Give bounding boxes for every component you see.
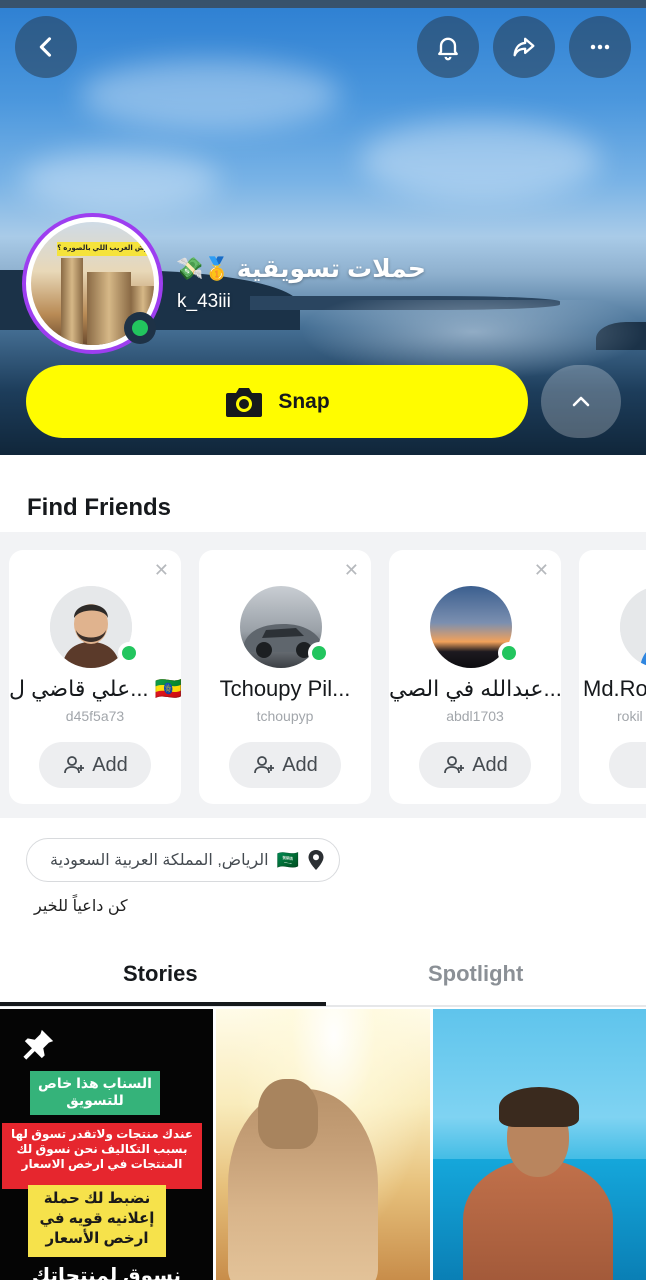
friend-suggestion-card[interactable]: ✕ Tchoupy Pil... tchoupyp Add (199, 550, 371, 804)
display-name-text: حملات تسويقية (236, 255, 426, 283)
friend-suggestion-card[interactable]: ✕ علي قاضي ل... 🇪🇹 d45f5a73 Add (9, 550, 181, 804)
add-label: Add (92, 753, 128, 776)
add-friend-icon (444, 756, 465, 774)
online-status-indicator (124, 312, 156, 344)
back-button[interactable] (15, 16, 77, 78)
chevron-up-icon (572, 396, 590, 406)
friend-username: tchoupyp (256, 708, 314, 724)
story-thumbnail[interactable] (216, 1009, 430, 1280)
person-hair (499, 1087, 579, 1127)
add-friend-button[interactable]: Add (229, 742, 341, 788)
saudi-flag-icon: 🇸🇦 (276, 849, 299, 870)
snap-button[interactable]: Snap (26, 365, 528, 438)
map-pin-icon (308, 850, 324, 870)
dismiss-icon[interactable]: ✕ (154, 560, 169, 581)
pin-icon (23, 1029, 54, 1060)
snap-button-label: Snap (278, 389, 330, 413)
friend-suggestion-card[interactable]: Md.Ro rokil (579, 550, 646, 804)
headscarf (258, 1079, 318, 1149)
friend-username: abdl1703 (446, 708, 504, 724)
profile-username: k_43iii (177, 291, 231, 312)
online-indicator (498, 642, 520, 664)
add-label: Add (472, 753, 508, 776)
friend-name: Tchoupy Pil... (219, 676, 351, 701)
chevron-left-icon (39, 37, 52, 57)
profile-display-name: 💸🥇 حملات تسويقية (176, 250, 436, 288)
avatar-banner-text: وش الغريب اللي بالصوره ؟ (57, 242, 149, 256)
name-emojis: 💸🥇 (176, 256, 231, 281)
story-thumbnail[interactable] (433, 1009, 646, 1280)
profile-tabs: Stories Spotlight (0, 947, 646, 1007)
add-friend-button[interactable]: Add (39, 742, 151, 788)
friend-username: d45f5a73 (65, 708, 125, 724)
status-bar-strip (0, 0, 646, 8)
add-friend-button[interactable]: Add (419, 742, 531, 788)
friend-suggestion-card[interactable]: ✕ عبدالله في الصي... abdl1703 Add (389, 550, 561, 804)
cloud (360, 120, 600, 200)
notifications-button[interactable] (417, 16, 479, 78)
story-red-caption: عندك منتجات ولاتقدر تسوق لها بسبب التكال… (2, 1123, 202, 1189)
share-arrow-icon (513, 37, 535, 57)
story-thumbnail[interactable]: السناب هذا خاص للتسويق عندك منتجات ولاتق… (0, 1009, 213, 1280)
active-tab-indicator (0, 1002, 326, 1006)
tab-spotlight[interactable]: Spotlight (428, 961, 523, 987)
profile-header: وش الغريب اللي بالصوره ؟ 💸🥇 حملات تسويقي… (0, 0, 646, 455)
camera-icon (226, 387, 263, 417)
story-green-caption: السناب هذا خاص للتسويق (30, 1071, 160, 1115)
story-yellow-caption: نضبط لك حملة إعلانيه قويه في ارخص الأسعا… (28, 1185, 166, 1257)
bell-icon (438, 37, 458, 61)
profile-bio: كن داعياً للخير (34, 898, 128, 915)
friend-name: علي قاضي ل... 🇪🇹 (9, 676, 181, 701)
more-horizontal-icon (590, 44, 610, 50)
collapse-button[interactable] (541, 365, 621, 438)
online-indicator (308, 642, 330, 664)
story-bottom-caption: نسوق لمنتجاتك (31, 1265, 182, 1280)
online-indicator (118, 642, 140, 664)
find-friends-title: Find Friends (27, 494, 171, 521)
friend-name: Md.Ro (583, 676, 646, 701)
location-text: الرياض, المملكة العربية السعودية (49, 852, 269, 869)
add-friend-icon (64, 756, 85, 774)
add-label: Add (282, 753, 318, 776)
location-chip[interactable]: الرياض, المملكة العربية السعودية 🇸🇦 (26, 838, 340, 882)
tab-stories[interactable]: Stories (123, 961, 198, 987)
building (61, 258, 83, 345)
friend-name: عبدالله في الصي... (389, 676, 561, 701)
friend-username: rokil (617, 708, 643, 724)
find-friends-carousel[interactable]: ✕ علي قاضي ل... 🇪🇹 d45f5a73 Add ✕ Tchoup… (0, 532, 646, 818)
friend-avatar (620, 586, 646, 668)
more-button[interactable] (569, 16, 631, 78)
person-body (463, 1159, 613, 1280)
add-friend-icon (254, 756, 275, 774)
share-button[interactable] (493, 16, 555, 78)
add-friend-button[interactable] (609, 742, 646, 788)
dismiss-icon[interactable]: ✕ (534, 560, 549, 581)
cloud (20, 150, 220, 210)
dismiss-icon[interactable]: ✕ (344, 560, 359, 581)
cloud (80, 60, 340, 130)
